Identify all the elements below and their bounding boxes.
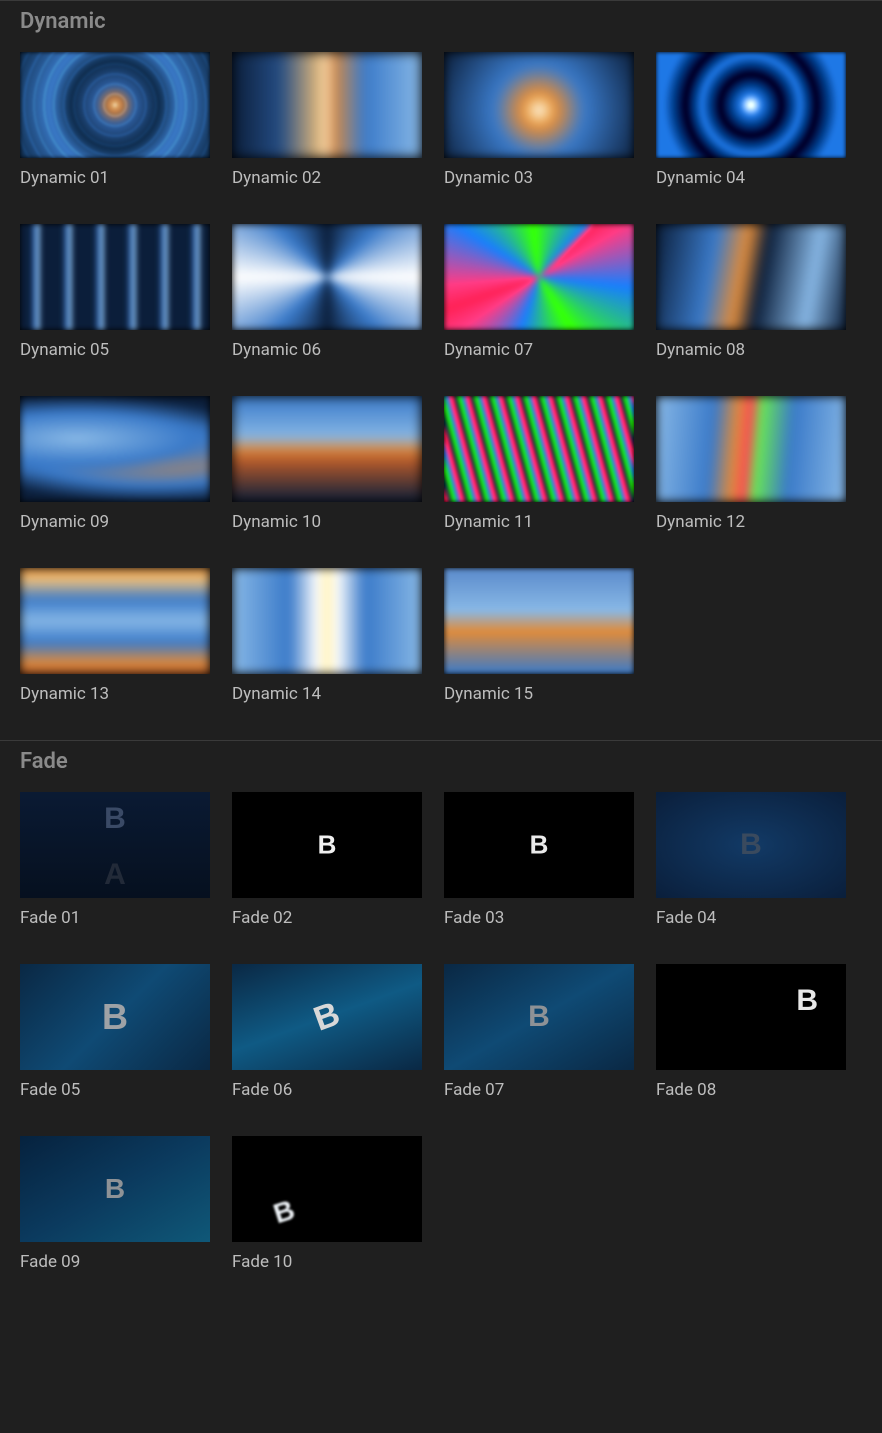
transition-item-fade-10[interactable]: B Fade 10 (232, 1136, 422, 1272)
transition-item-dynamic-11[interactable]: Dynamic 11 (444, 396, 634, 532)
transition-label: Dynamic 10 (232, 512, 422, 532)
transition-label: Dynamic 04 (656, 168, 846, 188)
transition-thumbnail: B A (20, 792, 210, 898)
overlay-letter-b: B (740, 828, 762, 862)
transition-thumbnail (20, 52, 210, 158)
transition-item-fade-01[interactable]: B A Fade 01 (20, 792, 210, 928)
transition-thumbnail: B (232, 1136, 422, 1242)
transition-item-dynamic-14[interactable]: Dynamic 14 (232, 568, 422, 704)
transition-item-dynamic-10[interactable]: Dynamic 10 (232, 396, 422, 532)
transition-thumbnail: B (444, 964, 634, 1070)
transition-label: Dynamic 12 (656, 512, 846, 532)
transition-item-dynamic-12[interactable]: Dynamic 12 (656, 396, 846, 532)
transition-label: Dynamic 15 (444, 684, 634, 704)
transition-item-dynamic-13[interactable]: Dynamic 13 (20, 568, 210, 704)
transition-thumbnail (232, 396, 422, 502)
transition-label: Dynamic 09 (20, 512, 210, 532)
transition-label: Fade 09 (20, 1252, 210, 1272)
transition-item-dynamic-01[interactable]: Dynamic 01 (20, 52, 210, 188)
transition-item-dynamic-08[interactable]: Dynamic 08 (656, 224, 846, 360)
transition-item-fade-06[interactable]: B Fade 06 (232, 964, 422, 1100)
transition-item-fade-04[interactable]: B Fade 04 (656, 792, 846, 928)
transition-label: Fade 01 (20, 908, 210, 928)
overlay-letter-b: B (796, 984, 818, 1018)
transition-item-fade-02[interactable]: B Fade 02 (232, 792, 422, 928)
transition-item-dynamic-06[interactable]: Dynamic 06 (232, 224, 422, 360)
transition-thumbnail (656, 52, 846, 158)
transition-item-fade-09[interactable]: B Fade 09 (20, 1136, 210, 1272)
transition-label: Fade 04 (656, 908, 846, 928)
transition-label: Dynamic 14 (232, 684, 422, 704)
transition-thumbnail: B (232, 964, 422, 1070)
transition-item-fade-03[interactable]: B Fade 03 (444, 792, 634, 928)
transition-thumbnail: B (232, 792, 422, 898)
grid-dynamic: Dynamic 01 Dynamic 02 Dynamic 03 Dynamic… (0, 40, 882, 740)
transition-thumbnail: B (656, 792, 846, 898)
transition-item-dynamic-07[interactable]: Dynamic 07 (444, 224, 634, 360)
transition-thumbnail (444, 568, 634, 674)
transition-thumbnail (20, 396, 210, 502)
transition-label: Dynamic 06 (232, 340, 422, 360)
overlay-letter-b: B (104, 802, 126, 836)
transition-label: Fade 10 (232, 1252, 422, 1272)
transition-item-dynamic-03[interactable]: Dynamic 03 (444, 52, 634, 188)
transition-label: Dynamic 05 (20, 340, 210, 360)
transition-label: Fade 03 (444, 908, 634, 928)
transition-thumbnail (20, 224, 210, 330)
transition-thumbnail (232, 52, 422, 158)
transition-label: Fade 08 (656, 1080, 846, 1100)
transition-item-dynamic-05[interactable]: Dynamic 05 (20, 224, 210, 360)
transition-thumbnail (20, 568, 210, 674)
transition-item-dynamic-02[interactable]: Dynamic 02 (232, 52, 422, 188)
transition-label: Dynamic 01 (20, 168, 210, 188)
transition-thumbnail (656, 224, 846, 330)
transition-label: Fade 07 (444, 1080, 634, 1100)
transition-item-dynamic-15[interactable]: Dynamic 15 (444, 568, 634, 704)
transition-label: Fade 05 (20, 1080, 210, 1100)
transition-label: Dynamic 03 (444, 168, 634, 188)
overlay-letter-b: B (318, 830, 337, 861)
transition-label: Dynamic 13 (20, 684, 210, 704)
grid-fade: B A Fade 01 B Fade 02 B Fade 03 B Fade 0… (0, 780, 882, 1308)
transition-label: Fade 02 (232, 908, 422, 928)
transition-label: Fade 06 (232, 1080, 422, 1100)
transition-label: Dynamic 02 (232, 168, 422, 188)
transition-thumbnail (444, 396, 634, 502)
transition-thumbnail (232, 224, 422, 330)
transition-label: Dynamic 11 (444, 512, 634, 532)
transition-label: Dynamic 07 (444, 340, 634, 360)
transition-thumbnail: B (656, 964, 846, 1070)
transition-thumbnail (232, 568, 422, 674)
transition-thumbnail (444, 224, 634, 330)
transition-item-dynamic-04[interactable]: Dynamic 04 (656, 52, 846, 188)
transition-thumbnail (656, 396, 846, 502)
transition-thumbnail (444, 52, 634, 158)
overlay-letter-a: A (104, 858, 126, 892)
transition-item-fade-05[interactable]: B Fade 05 (20, 964, 210, 1100)
transition-thumbnail: B (444, 792, 634, 898)
transition-item-fade-07[interactable]: B Fade 07 (444, 964, 634, 1100)
overlay-letter-b: B (105, 1173, 125, 1205)
overlay-letter-b: B (528, 1000, 550, 1034)
section-header-fade: Fade (0, 740, 882, 780)
transition-item-fade-08[interactable]: B Fade 08 (656, 964, 846, 1100)
transition-thumbnail: B (20, 1136, 210, 1242)
transition-label: Dynamic 08 (656, 340, 846, 360)
overlay-letter-b: B (530, 830, 549, 861)
transition-thumbnail: B (20, 964, 210, 1070)
section-header-dynamic: Dynamic (0, 0, 882, 40)
overlay-letter-b: B (102, 996, 128, 1038)
transition-item-dynamic-09[interactable]: Dynamic 09 (20, 396, 210, 532)
